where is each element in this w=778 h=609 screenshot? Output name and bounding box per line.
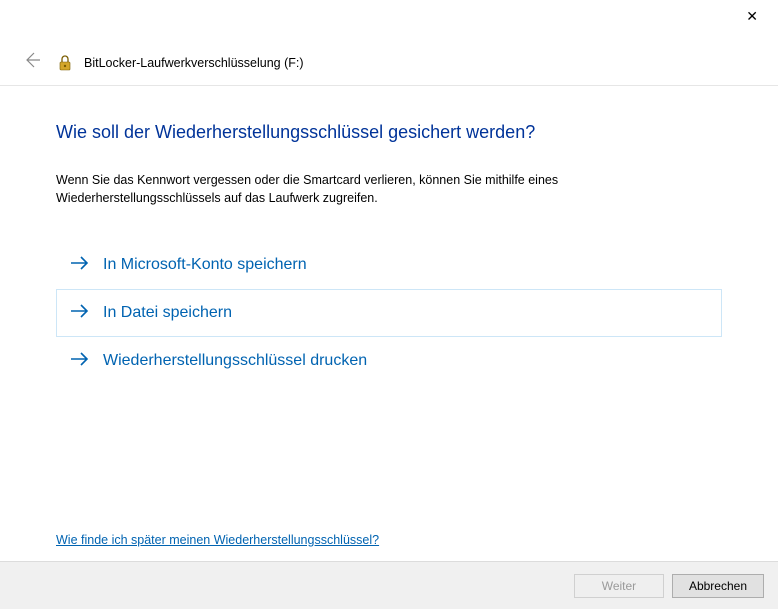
option-save-microsoft-account[interactable]: In Microsoft-Konto speichern (56, 241, 722, 289)
next-button: Weiter (574, 574, 664, 598)
close-icon[interactable]: ✕ (740, 6, 764, 27)
option-save-to-file[interactable]: In Datei speichern (56, 289, 722, 337)
header: BitLocker-Laufwerkverschlüsselung (F:) (0, 32, 778, 75)
bitlocker-icon (56, 54, 74, 72)
help-link[interactable]: Wie finde ich später meinen Wiederherste… (56, 533, 379, 547)
option-label: Wiederherstellungsschlüssel drucken (103, 352, 367, 370)
page-title: BitLocker-Laufwerkverschlüsselung (F:) (84, 56, 304, 70)
option-label: In Datei speichern (103, 304, 232, 322)
titlebar: ✕ (0, 0, 778, 32)
content: Wie soll der Wiederherstellungsschlüssel… (0, 86, 778, 385)
back-arrow-icon[interactable] (22, 50, 46, 75)
description: Wenn Sie das Kennwort vergessen oder die… (56, 171, 722, 207)
arrow-right-icon (69, 350, 91, 372)
option-print-key[interactable]: Wiederherstellungsschlüssel drucken (56, 337, 722, 385)
heading: Wie soll der Wiederherstellungsschlüssel… (56, 122, 722, 143)
arrow-right-icon (69, 302, 91, 324)
arrow-right-icon (69, 254, 91, 276)
cancel-button[interactable]: Abbrechen (672, 574, 764, 598)
options-list: In Microsoft-Konto speichern In Datei sp… (56, 241, 722, 385)
option-label: In Microsoft-Konto speichern (103, 256, 307, 274)
footer: Weiter Abbrechen (0, 561, 778, 609)
